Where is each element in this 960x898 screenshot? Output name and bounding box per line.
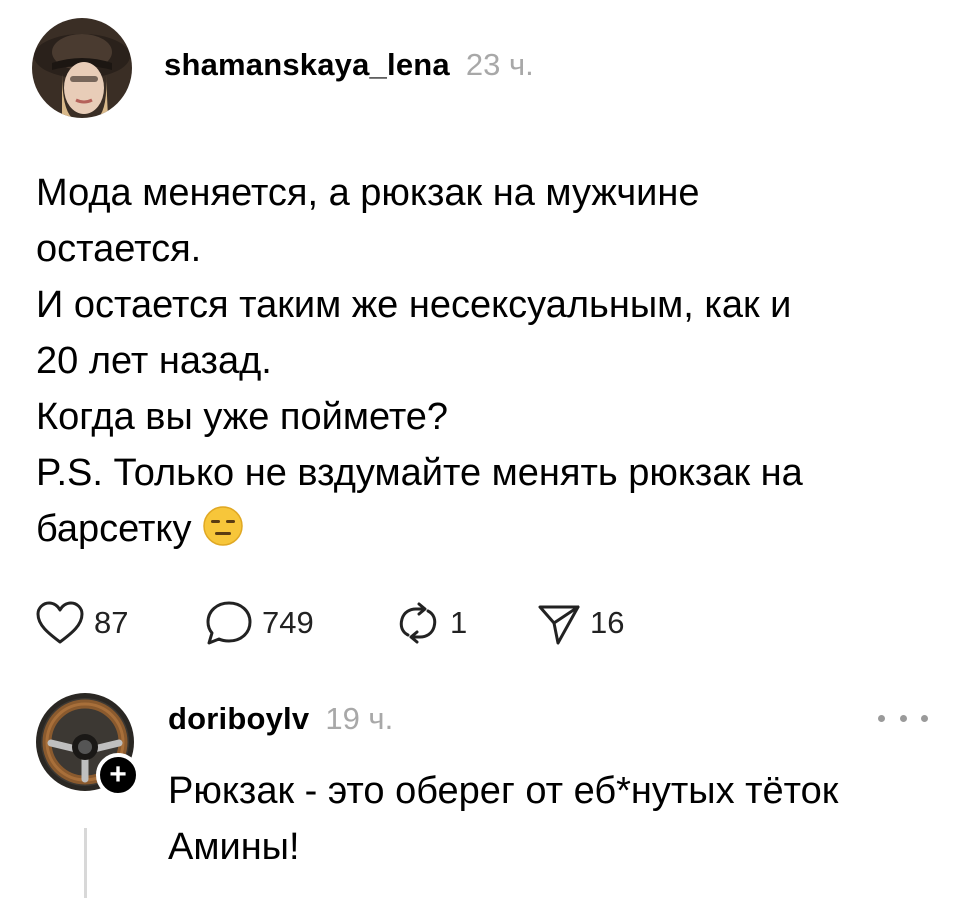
expressionless-face-icon: [202, 505, 244, 563]
post-text-line: остается.: [36, 228, 202, 270]
post-text-line: Мода меняется, а рюкзак на мужчине: [36, 172, 700, 214]
comment-button[interactable]: 749: [204, 599, 394, 647]
thread-line: [84, 828, 87, 898]
more-options-button[interactable]: [878, 703, 928, 733]
share-count: 16: [590, 605, 625, 640]
avatar[interactable]: [32, 18, 132, 118]
share-button[interactable]: 16: [534, 599, 654, 647]
reply-username[interactable]: doriboylv: [168, 701, 309, 737]
post-text: Мода меняется, а рюкзак на мужчине остае…: [36, 165, 916, 563]
plus-icon: +: [109, 758, 127, 791]
post-text-line: барсетку: [36, 508, 192, 550]
reply-meta: doriboylv 19 ч.: [168, 701, 393, 737]
more-dot-icon: [899, 714, 907, 722]
comment-bubble-icon: [204, 599, 254, 647]
post-meta: shamanskaya_lena 23 ч.: [164, 47, 534, 83]
post-text-last-line: барсетку: [36, 501, 916, 563]
post-text-line: Когда вы уже поймете?: [36, 396, 449, 438]
repost-icon: [394, 599, 442, 647]
reply-text-line: Амины!: [168, 826, 300, 868]
comment-count: 749: [262, 605, 314, 640]
reply-text: Рюкзак - это оберег от еб*нутых тёток Ам…: [168, 763, 838, 875]
heart-icon: [34, 600, 86, 646]
post-text-line: 20 лет назад.: [36, 340, 272, 382]
like-button[interactable]: 87: [34, 600, 204, 646]
like-count: 87: [94, 605, 129, 640]
action-bar: 87 749 1 16: [34, 598, 654, 648]
more-dot-icon: [878, 714, 885, 722]
reply-time: 19 ч.: [325, 701, 394, 736]
follow-plus-button[interactable]: +: [96, 753, 140, 797]
reply-text-line: Рюкзак - это оберег от еб*нутых тёток: [168, 770, 839, 812]
more-dot-icon: [921, 714, 928, 722]
post-username[interactable]: shamanskaya_lena: [164, 47, 450, 83]
post-time: 23 ч.: [465, 47, 534, 82]
post-text-line: P.S. Только не вздумайте менять рюкзак н…: [36, 452, 803, 494]
send-icon: [534, 599, 582, 647]
post-text-line: И остается таким же несексуальным, как и: [36, 284, 792, 326]
post-header: shamanskaya_lena 23 ч.: [32, 18, 534, 118]
repost-count: 1: [450, 605, 468, 640]
avatar-image: [32, 18, 132, 118]
repost-button[interactable]: 1: [394, 599, 534, 647]
